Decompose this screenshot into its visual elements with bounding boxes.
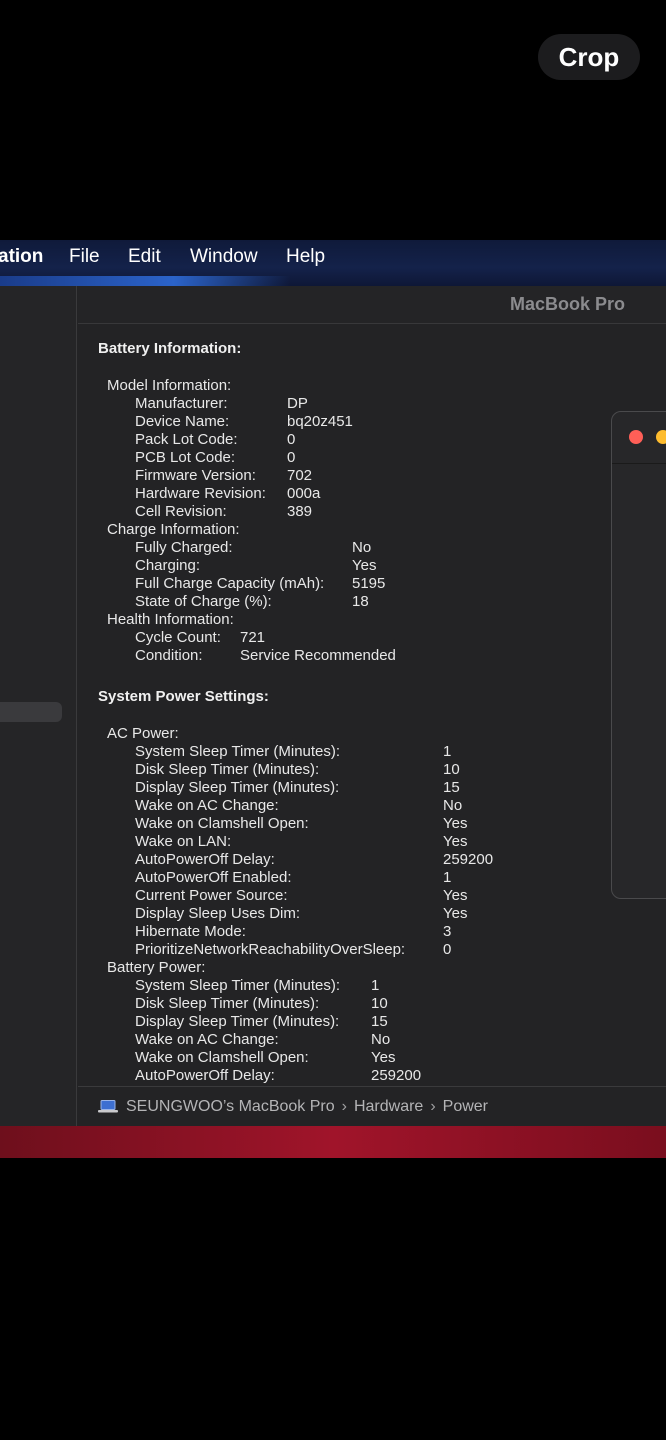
content-header: MacBook Pro	[78, 286, 666, 324]
report-key: Condition:	[135, 647, 203, 664]
report-key: AutoPowerOff Delay:	[135, 1067, 275, 1084]
report-key: Firmware Version:	[135, 467, 256, 484]
report-key: Cell Revision:	[135, 503, 227, 520]
report-value: Yes	[371, 1049, 396, 1066]
report-key: AutoPowerOff Enabled:	[135, 869, 292, 886]
report-value: 1	[443, 869, 452, 886]
report-key: Wake on AC Change:	[135, 797, 279, 814]
report-key: PCB Lot Code:	[135, 449, 236, 466]
background-window-titlebar	[612, 412, 666, 464]
report-value: No	[371, 1031, 391, 1048]
report-key: Wake on Clamshell Open:	[135, 1049, 309, 1066]
laptop-icon	[98, 1100, 118, 1113]
report-value: 259200	[443, 851, 494, 868]
report-key: Fully Charged:	[135, 539, 233, 556]
report-value: Yes	[443, 833, 468, 850]
report-key: Full Charge Capacity (mAh):	[135, 575, 325, 592]
report-key: Hardware Revision:	[135, 485, 266, 502]
ac-power-label: AC Power:	[107, 725, 179, 742]
report-value: 0	[287, 431, 296, 448]
report-value: 0	[287, 449, 296, 466]
report-key: Device Name:	[135, 413, 230, 430]
report-key: Disk Sleep Timer (Minutes):	[135, 995, 320, 1012]
breadcrumb-computer[interactable]: SEUNGWOO’s MacBook Pro	[126, 1098, 335, 1116]
report-value: 15	[443, 779, 460, 796]
background-window[interactable]	[611, 411, 666, 899]
report-key: Display Sleep Uses Dim:	[135, 905, 301, 922]
report-value: 259200	[371, 1067, 422, 1084]
minimize-icon[interactable]	[656, 430, 666, 444]
report-value: 1	[371, 977, 380, 994]
report-key: State of Charge (%):	[135, 593, 272, 610]
report-value: 3	[443, 923, 452, 940]
report-key: AutoPowerOff Delay:	[135, 851, 275, 868]
report-key: PrioritizeNetworkReachabilityOverSleep:	[135, 941, 406, 958]
report-key: System Sleep Timer (Minutes):	[135, 977, 341, 994]
path-bar: SEUNGWOO’s MacBook Pro › Hardware › Powe…	[78, 1086, 666, 1126]
menu-file[interactable]: File	[69, 246, 100, 268]
report-value: bq20z451	[287, 413, 353, 430]
breadcrumb-power[interactable]: Power	[443, 1098, 488, 1116]
menu-bar: ation File Edit Window Help	[0, 240, 666, 286]
report-value: 000a	[287, 485, 321, 502]
header-title: MacBook Pro	[509, 294, 625, 314]
report-value: 18	[352, 593, 369, 610]
report-key: Wake on AC Change:	[135, 1031, 279, 1048]
report-value: 10	[371, 995, 388, 1012]
crop-button[interactable]: Crop	[538, 34, 640, 80]
report-key: Cycle Count:	[135, 629, 221, 646]
report-key: Pack Lot Code:	[135, 431, 238, 448]
battery-power-label: Battery Power:	[107, 959, 206, 976]
menu-edit[interactable]: Edit	[128, 246, 161, 268]
close-icon[interactable]	[629, 430, 643, 444]
breadcrumb-separator: ›	[341, 1097, 347, 1115]
report-key: Hibernate Mode:	[135, 923, 246, 940]
report-value: 1	[443, 743, 452, 760]
sidebar[interactable]	[0, 286, 77, 1126]
report-value: 389	[287, 503, 313, 520]
report-key: Current Power Source:	[135, 887, 288, 904]
battery-info-heading: Battery Information:	[98, 340, 242, 357]
report-value: 702	[287, 467, 313, 484]
menu-app-name[interactable]: ation	[0, 246, 43, 268]
report-value: No	[352, 539, 372, 556]
report-key: Display Sleep Timer (Minutes):	[135, 1013, 340, 1030]
health-info-label: Health Information:	[107, 611, 234, 628]
power-settings-heading: System Power Settings:	[98, 688, 269, 705]
report-value: Yes	[443, 887, 468, 904]
report-key: Wake on Clamshell Open:	[135, 815, 309, 832]
breadcrumb-hardware[interactable]: Hardware	[354, 1098, 423, 1116]
report-value: 0	[443, 941, 452, 958]
report-value: Yes	[443, 815, 468, 832]
report-key: Manufacturer:	[135, 395, 228, 412]
wallpaper-strip	[0, 1126, 666, 1158]
power-report[interactable]: Battery Information: Model Information: …	[78, 324, 666, 1086]
report-value: 721	[240, 629, 266, 646]
report-key: Disk Sleep Timer (Minutes):	[135, 761, 320, 778]
system-info-window: MacBook Pro Battery Information: Model I…	[0, 286, 666, 1126]
report-key: System Sleep Timer (Minutes):	[135, 743, 341, 760]
sidebar-selected-item[interactable]	[0, 702, 62, 722]
model-info-label: Model Information:	[107, 377, 232, 394]
charge-info-label: Charge Information:	[107, 521, 240, 538]
report-key: Display Sleep Timer (Minutes):	[135, 779, 340, 796]
menu-help[interactable]: Help	[286, 246, 325, 268]
report-key: Charging:	[135, 557, 201, 574]
report-value: Yes	[443, 905, 468, 922]
report-value: Service Recommended	[240, 647, 396, 664]
menubar-glow	[0, 276, 290, 286]
report-value: No	[443, 797, 463, 814]
breadcrumb-separator: ›	[430, 1097, 436, 1115]
report-value: 10	[443, 761, 460, 778]
report-key: Wake on LAN:	[135, 833, 232, 850]
report-value: 5195	[352, 575, 386, 592]
report-value: Yes	[352, 557, 377, 574]
report-value: 15	[371, 1013, 388, 1030]
menu-window[interactable]: Window	[190, 246, 258, 268]
report-value: DP	[287, 395, 308, 412]
